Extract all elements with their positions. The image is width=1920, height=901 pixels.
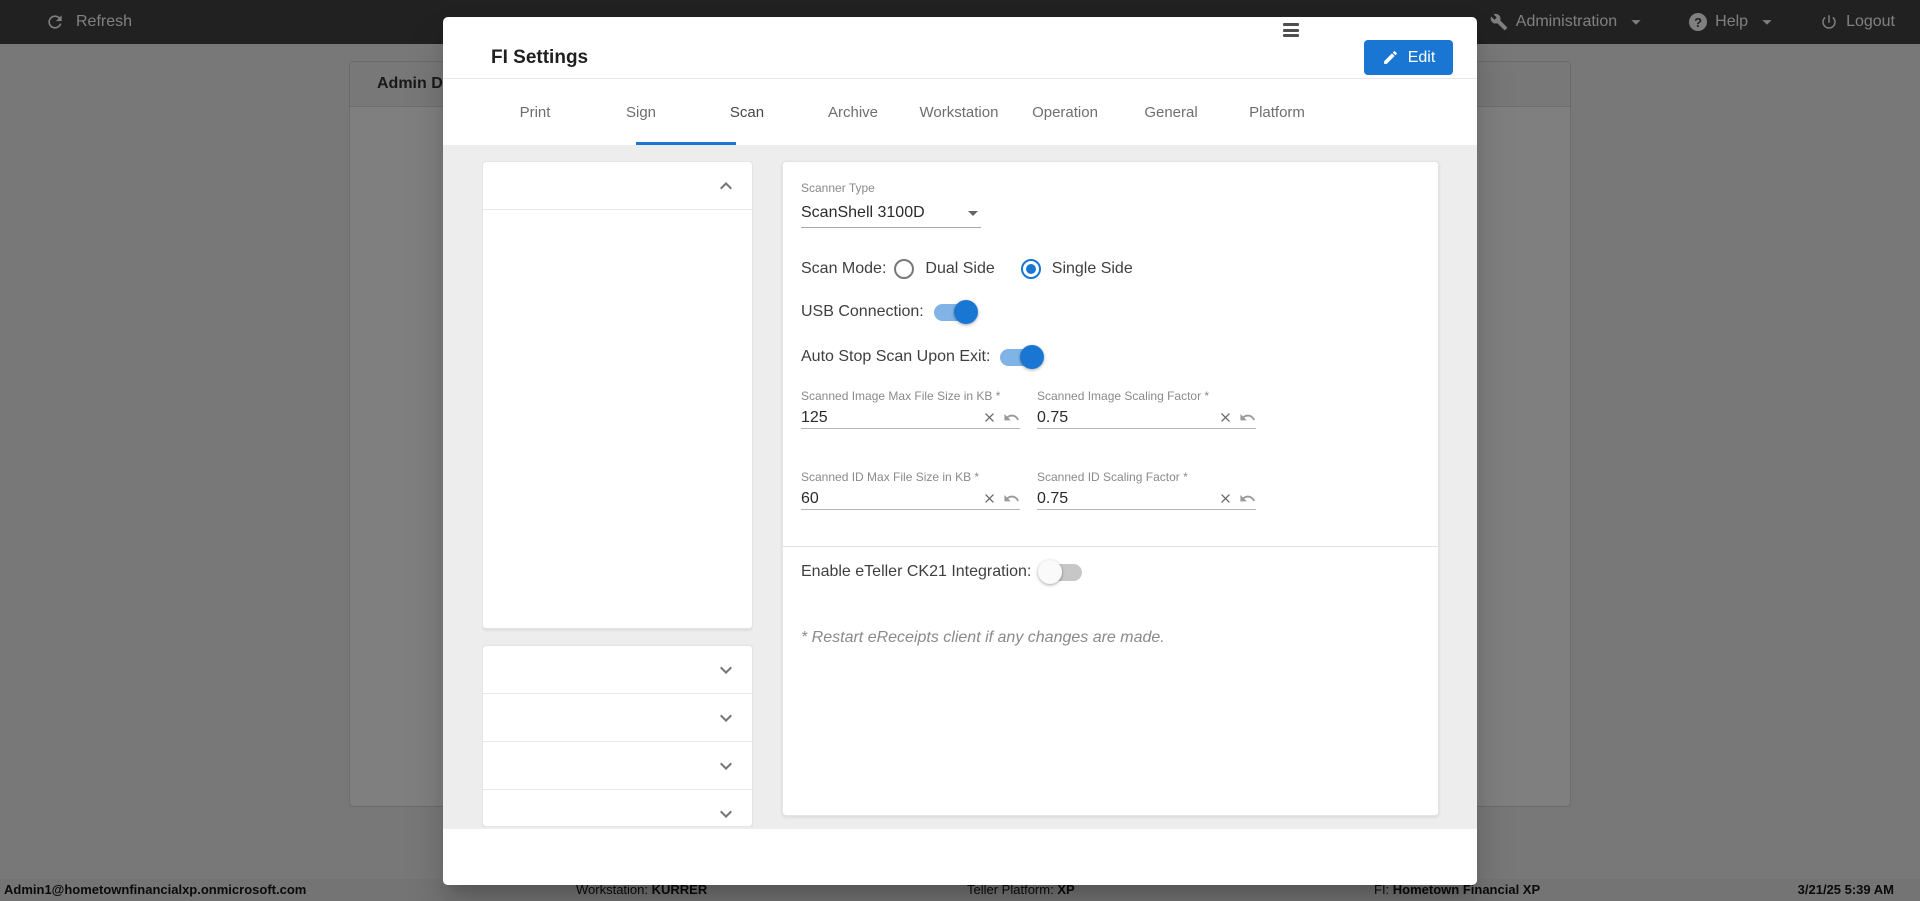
undo-icon[interactable]: [1003, 490, 1020, 507]
radio-single-side-label: Single Side: [1052, 260, 1133, 278]
chevron-down-icon: [714, 706, 738, 730]
tab-label: Sign: [626, 104, 656, 121]
restart-note: * Restart eReceipts client if any change…: [801, 629, 1165, 647]
field-value[interactable]: 125: [801, 409, 982, 427]
accordion-header[interactable]: [483, 790, 752, 827]
accordion-header[interactable]: [483, 162, 752, 210]
field-label: Scanned Image Scaling Factor *: [1037, 389, 1256, 403]
tab-label: General: [1144, 104, 1197, 121]
scanned-id-scaling-field[interactable]: Scanned ID Scaling Factor * 0.75: [1037, 470, 1256, 510]
dialog-footer: [443, 829, 1477, 885]
tab-label: Print: [520, 104, 551, 121]
accordion-column: [482, 161, 753, 827]
field-value[interactable]: 0.75: [1037, 490, 1218, 508]
tab-label: Operation: [1032, 104, 1098, 121]
usb-connection-label: USB Connection:: [801, 303, 924, 321]
scan-mode-label: Scan Mode:: [801, 260, 886, 278]
radio-icon[interactable]: [1021, 259, 1041, 279]
clear-icon[interactable]: [982, 410, 997, 425]
usb-connection-toggle[interactable]: [934, 304, 975, 321]
tab-platform[interactable]: Platform: [1224, 79, 1330, 145]
field-value[interactable]: 60: [801, 490, 982, 508]
accordion-header[interactable]: [483, 742, 752, 790]
tab-sign[interactable]: Sign: [588, 79, 694, 145]
tab-operation[interactable]: Operation: [1012, 79, 1118, 145]
accordion-item-expanded: [482, 161, 753, 629]
tab-scan[interactable]: Scan: [694, 79, 800, 145]
undo-icon[interactable]: [1239, 409, 1256, 426]
tab-general[interactable]: General: [1118, 79, 1224, 145]
edit-button[interactable]: Edit: [1364, 40, 1453, 75]
radio-single-side[interactable]: Single Side: [1021, 259, 1133, 279]
usb-connection-row: USB Connection:: [801, 300, 975, 324]
screen: Refresh Administration ? Help Logout Adm…: [0, 0, 1920, 901]
chevron-down-icon: [714, 754, 738, 778]
tab-label: Scan: [730, 104, 764, 121]
dialog-body: Scanner Type ScanShell 3100D Scan Mode: …: [443, 146, 1477, 829]
accordion-header[interactable]: [483, 646, 752, 694]
radio-dual-side-label: Dual Side: [925, 260, 994, 278]
eteller-toggle[interactable]: [1041, 564, 1082, 581]
scanned-image-max-size-field[interactable]: Scanned Image Max File Size in KB * 125: [801, 389, 1020, 429]
scanned-image-scaling-field[interactable]: Scanned Image Scaling Factor * 0.75: [1037, 389, 1256, 429]
scanned-id-max-size-field[interactable]: Scanned ID Max File Size in KB * 60: [801, 470, 1020, 510]
dropdown-arrow-icon: [961, 201, 985, 225]
auto-stop-toggle[interactable]: [1000, 349, 1041, 366]
settings-tabs: Print Sign Scan Archive Workstation Oper…: [443, 79, 1477, 146]
field-label: Scanned ID Max File Size in KB *: [801, 470, 1020, 484]
tab-print[interactable]: Print: [482, 79, 588, 145]
chevron-up-icon: [714, 174, 738, 198]
eteller-row: Enable eTeller CK21 Integration:: [801, 560, 1082, 584]
field-value[interactable]: 0.75: [1037, 409, 1218, 427]
scan-mode-row: Scan Mode: Dual Side Single Side: [801, 257, 1133, 281]
menu-icon: [1283, 23, 1299, 37]
tab-archive[interactable]: Archive: [800, 79, 906, 145]
dialog-header: FI Settings Edit: [443, 17, 1477, 79]
clear-icon[interactable]: [982, 491, 997, 506]
field-label: Scanned ID Scaling Factor *: [1037, 470, 1256, 484]
tab-label: Archive: [828, 104, 878, 121]
clear-icon[interactable]: [1218, 491, 1233, 506]
pencil-icon: [1382, 49, 1399, 66]
dialog-title: FI Settings: [491, 47, 588, 69]
accordion-header[interactable]: [483, 694, 752, 742]
divider: [783, 546, 1438, 547]
undo-icon[interactable]: [1003, 409, 1020, 426]
accordion-collapsed-group: [482, 645, 753, 827]
tab-label: Platform: [1249, 104, 1305, 121]
radio-icon[interactable]: [894, 259, 914, 279]
scanner-type-value: ScanShell 3100D: [801, 204, 925, 221]
tab-workstation[interactable]: Workstation: [906, 79, 1012, 145]
edit-button-label: Edit: [1408, 49, 1436, 67]
auto-stop-row: Auto Stop Scan Upon Exit:: [801, 345, 1041, 369]
scan-settings-panel: Scanner Type ScanShell 3100D Scan Mode: …: [782, 161, 1439, 816]
radio-dual-side[interactable]: Dual Side: [894, 259, 994, 279]
scanner-type-select[interactable]: ScanShell 3100D: [801, 198, 981, 228]
auto-stop-label: Auto Stop Scan Upon Exit:: [801, 348, 990, 366]
eteller-label: Enable eTeller CK21 Integration:: [801, 563, 1031, 581]
fi-settings-dialog: FI Settings Edit Print Sign Scan Archive…: [443, 17, 1477, 885]
undo-icon[interactable]: [1239, 490, 1256, 507]
scanner-type-label: Scanner Type: [801, 181, 875, 195]
clear-icon[interactable]: [1218, 410, 1233, 425]
chevron-down-icon: [714, 802, 738, 826]
tab-label: Workstation: [920, 104, 999, 121]
tab-indicator: [636, 142, 736, 145]
chevron-down-icon: [714, 658, 738, 682]
field-label: Scanned Image Max File Size in KB *: [801, 389, 1020, 403]
